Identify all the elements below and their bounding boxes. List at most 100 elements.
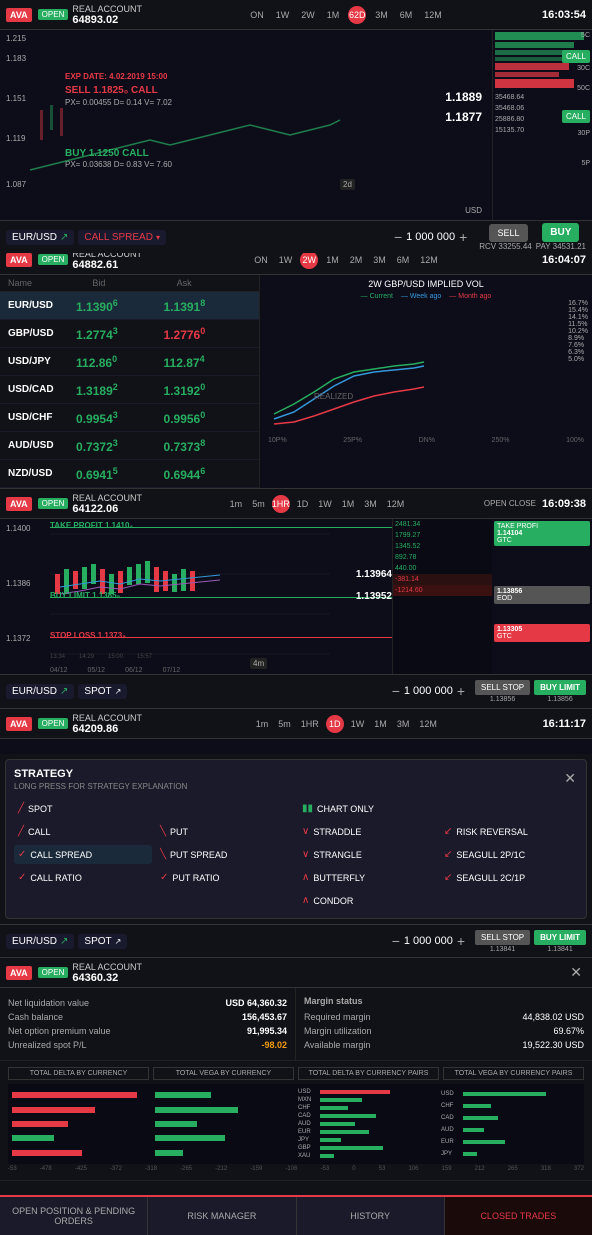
qty-minus-4[interactable]: −: [392, 933, 400, 949]
qty-plus-1[interactable]: +: [459, 229, 467, 245]
tf-6m-1[interactable]: 6M: [397, 9, 416, 21]
buy-limit-button[interactable]: BUY LIMIT: [534, 680, 586, 695]
panel5-close-button[interactable]: ✕: [570, 964, 582, 981]
pair-name-nzdusd: NZD/USD: [8, 468, 76, 479]
condor-icon: ∧: [302, 895, 309, 906]
strategy-display-4[interactable]: SPOT ↗: [78, 934, 127, 949]
list-item[interactable]: AUD/USD 0.73723 0.73738: [0, 432, 259, 460]
margin-util-value: 69.67%: [553, 1026, 584, 1036]
tf-2w-2[interactable]: 2W: [300, 251, 318, 269]
instrument-selector-4[interactable]: EUR/USD ↗: [6, 934, 74, 949]
tf-1m-3[interactable]: 1m: [227, 498, 246, 510]
chart-only-label: CHART ONLY: [317, 804, 374, 814]
tf-5m-4[interactable]: 5m: [275, 718, 294, 730]
nav-closed-trades[interactable]: CLOSED TRADES: [445, 1197, 592, 1235]
ava-logo-4: AVA: [6, 717, 32, 731]
list-item[interactable]: NZD/USD 0.69415 0.69446: [0, 460, 259, 488]
tf-1w-4[interactable]: 1W: [348, 718, 368, 730]
strategy-item-call[interactable]: ╱ CALL: [14, 822, 152, 841]
instrument-selector-1[interactable]: EUR/USD ↗: [6, 230, 74, 245]
strangle-label: STRANGLE: [313, 850, 362, 860]
strategy-selector-3[interactable]: SPOT ↗: [78, 684, 127, 699]
strategy-item-spot[interactable]: ╱ SPOT: [14, 799, 152, 818]
tf-12m-2[interactable]: 12M: [417, 254, 441, 266]
tf-3m-2[interactable]: 3M: [370, 254, 389, 266]
strategy-selector-1[interactable]: CALL SPREAD ▾: [78, 230, 166, 245]
tf-2m-2[interactable]: 2M: [347, 254, 366, 266]
buy-limit-button-4[interactable]: BUY LIMIT: [534, 930, 586, 945]
account-info-section: Net liquidation value USD 64,360.32 Cash…: [0, 988, 592, 1061]
strategy-text-4: SPOT: [84, 936, 111, 947]
qty-plus-3[interactable]: +: [457, 683, 465, 699]
tf-62d-1[interactable]: 62D: [348, 6, 366, 24]
tf-1m-4[interactable]: 1m: [253, 718, 272, 730]
tf-on-2[interactable]: ON: [251, 254, 271, 266]
strategy-item-condor[interactable]: ∧ CONDOR: [298, 891, 436, 910]
pair-name-usdjpy: USD/JPY: [8, 356, 76, 367]
tf-1m-2[interactable]: 1M: [323, 254, 342, 266]
open-badge-5: OPEN: [38, 967, 69, 978]
strategy-item-seagull-2p1c[interactable]: ↙ SEAGULL 2P/1C: [440, 845, 578, 864]
strategy-item-put-ratio[interactable]: ✓ PUT RATIO: [156, 868, 294, 887]
nav-closed-trades-label: CLOSED TRADES: [480, 1211, 556, 1221]
tf-1m-4b[interactable]: 1M: [371, 718, 390, 730]
tf-1d-3[interactable]: 1D: [294, 498, 312, 510]
nav-history[interactable]: HISTORY: [297, 1197, 445, 1235]
strategy-item-butterfly[interactable]: ∧ BUTTERFLY: [298, 868, 436, 887]
strategy-item-seagull-2c1p[interactable]: ↙ SEAGULL 2C/1P: [440, 868, 578, 887]
delta-currency-title: TOTAL DELTA BY CURRENCY: [8, 1067, 149, 1080]
unrealized-value: -98.02: [261, 1040, 287, 1050]
qty-minus-1[interactable]: −: [394, 229, 402, 245]
tf-1w-3[interactable]: 1W: [315, 498, 335, 510]
buy-button-1[interactable]: BUY: [542, 223, 579, 242]
nav-risk-manager-label: RISK MANAGER: [187, 1211, 256, 1221]
sell-stop-button-4[interactable]: SELL STOP: [475, 930, 530, 945]
tf-1m-3b[interactable]: 1M: [339, 498, 358, 510]
strategy-item-straddle[interactable]: ∨ STRADDLE: [298, 822, 436, 841]
tf-1d-4[interactable]: 1D: [326, 715, 344, 733]
butterfly-label: BUTTERFLY: [313, 873, 365, 883]
tf-6m-2[interactable]: 6M: [394, 254, 413, 266]
instrument-selector-3[interactable]: EUR/USD ↗: [6, 684, 74, 699]
strategy-item-chart-only[interactable]: ▮▮ CHART ONLY: [298, 799, 578, 818]
net-option-value: 91,995.34: [247, 1026, 287, 1036]
list-item[interactable]: USD/CAD 1.31892 1.31920: [0, 376, 259, 404]
tf-5m-3[interactable]: 5m: [249, 498, 268, 510]
panel4-bottom-bar: EUR/USD ↗ SPOT ↗ − 1 000 000 + SELL STOP…: [0, 924, 592, 957]
list-item[interactable]: USD/JPY 112.860 112.874: [0, 348, 259, 376]
list-item[interactable]: EUR/USD 1.13906 1.13918: [0, 292, 259, 320]
tf-1w-2[interactable]: 1W: [276, 254, 296, 266]
tf-1w-1[interactable]: 1W: [273, 9, 293, 21]
time-display-3: 16:09:38: [542, 498, 586, 510]
spot-icon: ╱: [18, 803, 24, 814]
strategy-item-put-spread[interactable]: ╲ PUT SPREAD: [156, 845, 294, 864]
popup-close-button[interactable]: ✕: [564, 770, 576, 787]
instrument-text-4: EUR/USD: [12, 936, 57, 947]
qty-plus-4[interactable]: +: [457, 933, 465, 949]
tf-1hr-3[interactable]: 1HR: [272, 495, 290, 513]
tf-1m-1[interactable]: 1M: [324, 9, 343, 21]
list-item[interactable]: GBP/USD 1.27743 1.27760: [0, 320, 259, 348]
panel2-watchlist: AVA OPEN REAL ACCOUNT 64882.61 ON 1W 2W …: [0, 245, 592, 489]
sell-stop-button[interactable]: SELL STOP: [475, 680, 530, 695]
tf-2w-1[interactable]: 2W: [298, 9, 318, 21]
strategy-item-call-ratio[interactable]: ✓ CALL RATIO: [14, 868, 152, 887]
strategy-item-call-spread[interactable]: ✓ CALL SPREAD: [14, 845, 152, 864]
cash-value: 156,453.67: [242, 1012, 287, 1022]
strategy-item-strangle[interactable]: ∨ STRANGLE: [298, 845, 436, 864]
tf-3m-1[interactable]: 3M: [372, 9, 391, 21]
tf-3m-3[interactable]: 3M: [361, 498, 380, 510]
qty-minus-3[interactable]: −: [392, 683, 400, 699]
tf-12m-1[interactable]: 12M: [421, 9, 445, 21]
tf-1hr-4[interactable]: 1HR: [298, 718, 322, 730]
nav-risk-manager[interactable]: RISK MANAGER: [148, 1197, 296, 1235]
strategy-item-put[interactable]: ╲ PUT: [156, 822, 294, 841]
tf-3m-4[interactable]: 3M: [394, 718, 413, 730]
tf-12m-4[interactable]: 12M: [416, 718, 440, 730]
nav-open-positions[interactable]: OPEN POSITION & PENDING ORDERS: [0, 1197, 148, 1235]
sell-button-1[interactable]: SELL: [489, 224, 527, 242]
list-item[interactable]: USD/CHF 0.99543 0.99560: [0, 404, 259, 432]
tf-12m-3[interactable]: 12M: [384, 498, 408, 510]
strategy-item-risk-reversal[interactable]: ↙ RISK REVERSAL: [440, 822, 578, 841]
tf-on-1[interactable]: ON: [247, 9, 267, 21]
